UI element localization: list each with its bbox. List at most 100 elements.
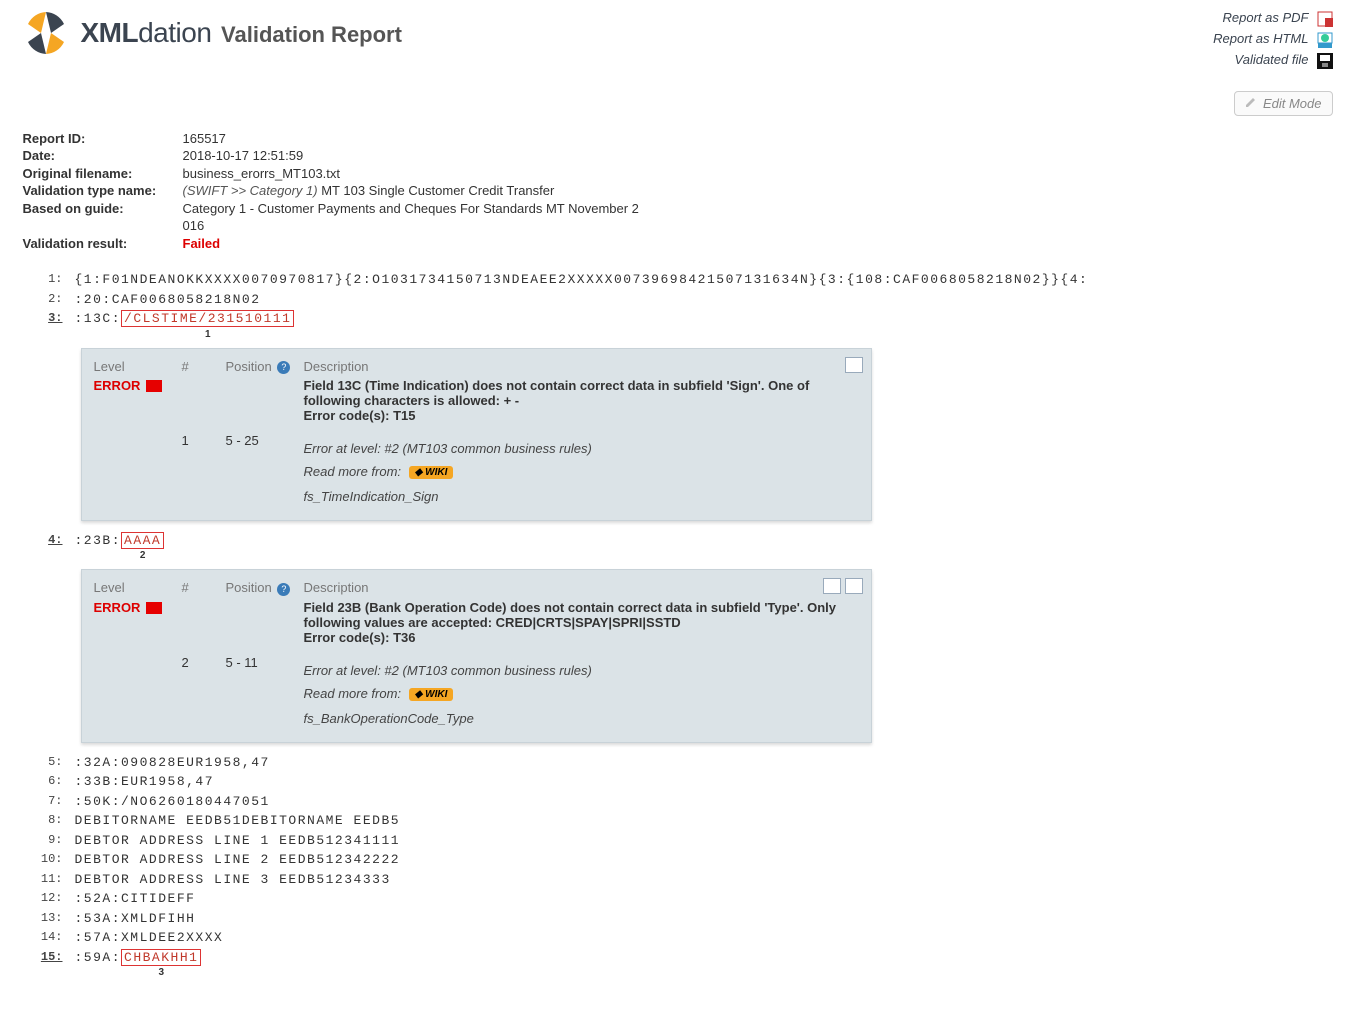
code-line: 3::13C:/CLSTIME/2315101111 (23, 309, 1333, 342)
brand-block: XMLdation Validation Report (23, 10, 402, 56)
error-details: Error at level: #2 (MT103 common busines… (304, 423, 859, 504)
col-position: Position ? (226, 359, 300, 378)
line-content: :32A:090828EUR1958,47 (75, 753, 1333, 773)
error-color-icon (146, 380, 162, 392)
code-line: 2::20:CAF0068058218N02 (23, 290, 1333, 310)
xmldation-logo-icon (23, 10, 69, 56)
code-line: 9:DEBTOR ADDRESS LINE 1 EEDB512341111 (23, 831, 1333, 851)
line-number: 8: (23, 811, 75, 829)
line-number: 7: (23, 792, 75, 810)
export-pdf-link[interactable]: Report as PDF (1223, 10, 1309, 25)
col-position: Position ? (226, 580, 300, 599)
line-content: DEBTOR ADDRESS LINE 3 EEDB51234333 (75, 870, 1333, 890)
panel-action-icon[interactable] (845, 357, 863, 373)
line-content: DEBTOR ADDRESS LINE 2 EEDB512342222 (75, 850, 1333, 870)
line-content: DEBTOR ADDRESS LINE 1 EEDB512341111 (75, 831, 1333, 851)
line-content: DEBITORNAME EEDB51DEBITORNAME EEDB5 (75, 811, 1333, 831)
code-line: 5::32A:090828EUR1958,47 (23, 753, 1333, 773)
meta-value: 2018-10-17 12:51:59 (183, 147, 304, 165)
code-line: 7::50K:/NO6260180447051 (23, 792, 1333, 812)
error-color-icon (146, 602, 162, 614)
line-content: :59A:CHBAKHH13 (75, 948, 1333, 981)
error-description: Field 13C (Time Indication) does not con… (304, 378, 859, 423)
line-number[interactable]: 4: (23, 531, 75, 549)
pencil-icon (1245, 96, 1257, 111)
line-content: :13C:/CLSTIME/2315101111 (75, 309, 1333, 342)
code-line: 1:{1:F01NDEANOKKXXXX0070970817}{2:O10317… (23, 270, 1333, 290)
error-highlight[interactable]: CHBAKHH1 (121, 949, 201, 966)
col-description: Description (304, 580, 859, 599)
error-marker: 1 (121, 327, 294, 342)
line-number: 10: (23, 850, 75, 868)
panel-action-icon[interactable] (845, 578, 863, 594)
error-panel: Level#Position ?Description ERROR Field 2… (81, 569, 872, 742)
line-content: :50K:/NO6260180447051 (75, 792, 1333, 812)
meta-value: 016 (183, 217, 205, 235)
code-line: 11:DEBTOR ADDRESS LINE 3 EEDB51234333 (23, 870, 1333, 890)
pdf-icon (1313, 10, 1333, 25)
line-content: :53A:XMLDFIHH (75, 909, 1333, 929)
line-number[interactable]: 3: (23, 309, 75, 327)
meta-value: Failed (183, 235, 221, 253)
wiki-link[interactable]: ◆ WIKI (409, 688, 454, 701)
line-content: :23B:AAAA2 (75, 531, 1333, 564)
col-description: Description (304, 359, 859, 378)
line-content: :33B:EUR1958,47 (75, 772, 1333, 792)
line-number: 5: (23, 753, 75, 771)
validated-file-link[interactable]: Validated file (1235, 52, 1309, 67)
line-number: 1: (23, 270, 75, 288)
error-panel: Level#Position ?Description ERROR Field 1… (81, 348, 872, 521)
error-highlight[interactable]: AAAA (121, 532, 164, 549)
meta-label: Date: (23, 147, 183, 165)
line-content: {1:F01NDEANOKKXXXX0070970817}{2:O1031734… (75, 270, 1333, 290)
code-listing: 1:{1:F01NDEANOKKXXXX0070970817}{2:O10317… (23, 270, 1333, 980)
help-icon[interactable]: ? (277, 583, 290, 596)
meta-label: Validation type name: (23, 182, 183, 200)
error-level: ERROR (94, 378, 178, 423)
line-number: 13: (23, 909, 75, 927)
code-line: 14::57A:XMLDEE2XXXX (23, 928, 1333, 948)
panel-action-icon[interactable] (823, 578, 841, 594)
error-index: 2 (182, 645, 222, 726)
col-level: Level (94, 580, 178, 599)
line-number: 9: (23, 831, 75, 849)
meta-label: Validation result: (23, 235, 183, 253)
help-icon[interactable]: ? (277, 361, 290, 374)
code-line: 10:DEBTOR ADDRESS LINE 2 EEDB512342222 (23, 850, 1333, 870)
meta-value: 165517 (183, 130, 226, 148)
line-number[interactable]: 15: (23, 948, 75, 966)
meta-label (23, 217, 183, 235)
line-number: 6: (23, 772, 75, 790)
col-hash: # (182, 359, 222, 378)
brand-name: XMLdation (81, 17, 212, 48)
error-highlight[interactable]: /CLSTIME/231510111 (121, 310, 294, 327)
code-line: 4::23B:AAAA2 (23, 531, 1333, 564)
html-icon (1313, 31, 1333, 46)
edit-mode-button[interactable]: Edit Mode (1234, 91, 1333, 116)
meta-value: (SWIFT >> Category 1) MT 103 Single Cust… (183, 182, 555, 200)
error-description: Field 23B (Bank Operation Code) does not… (304, 600, 859, 645)
code-line: 13::53A:XMLDFIHH (23, 909, 1333, 929)
meta-label: Based on guide: (23, 200, 183, 218)
code-line: 15::59A:CHBAKHH13 (23, 948, 1333, 981)
export-actions: Report as PDF Report as HTML Validated f… (1213, 10, 1332, 116)
code-line: 12::52A:CITIDEFF (23, 889, 1333, 909)
report-metadata: Report ID:165517Date:2018-10-17 12:51:59… (23, 130, 1333, 253)
code-line: 8:DEBITORNAME EEDB51DEBITORNAME EEDB5 (23, 811, 1333, 831)
error-position: 5 - 11 (226, 645, 300, 726)
col-level: Level (94, 359, 178, 378)
meta-label: Original filename: (23, 165, 183, 183)
col-hash: # (182, 580, 222, 599)
page-title: Validation Report (221, 22, 402, 47)
meta-value: Category 1 - Customer Payments and Chequ… (183, 200, 639, 218)
code-line: 6::33B:EUR1958,47 (23, 772, 1333, 792)
line-number: 2: (23, 290, 75, 308)
line-number: 11: (23, 870, 75, 888)
meta-label: Report ID: (23, 130, 183, 148)
wiki-link[interactable]: ◆ WIKI (409, 466, 454, 479)
line-content: :57A:XMLDEE2XXXX (75, 928, 1333, 948)
meta-value: business_erorrs_MT103.txt (183, 165, 341, 183)
error-level: ERROR (94, 600, 178, 645)
export-html-link[interactable]: Report as HTML (1213, 31, 1308, 46)
save-icon (1313, 52, 1333, 67)
